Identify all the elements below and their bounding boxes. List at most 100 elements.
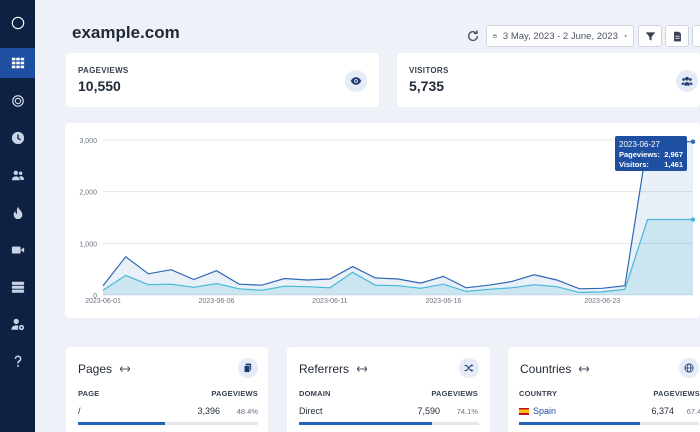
- pageviews-card: PAGEVIEWS 10,550: [66, 53, 379, 107]
- clock-icon: [11, 131, 24, 145]
- referrers-title-text: Referrers: [299, 362, 350, 376]
- countries-title-text: Countries: [520, 362, 572, 376]
- referrers-row-bar: [299, 422, 433, 425]
- users-icon: [11, 170, 24, 181]
- calendar-icon: [493, 34, 497, 38]
- help-icon: [14, 355, 21, 367]
- sidebar-item-realtime[interactable]: [0, 123, 35, 153]
- pageviews-icon-badge: [345, 70, 367, 92]
- countries-row-label: Spain: [533, 406, 557, 416]
- data-point[interactable]: [690, 139, 696, 144]
- export-button[interactable]: [665, 25, 689, 47]
- user-settings-icon: [10, 318, 24, 331]
- shuffle-icon: [464, 364, 474, 372]
- expand-arrows-icon[interactable]: [357, 365, 368, 373]
- countries-col-country: COUNTRY: [519, 389, 558, 398]
- referrers-row-name[interactable]: Direct: [299, 406, 323, 416]
- dashboard-grid-icon: [11, 57, 24, 69]
- visitors-icon-badge: [676, 70, 698, 92]
- spain-flag-icon: [519, 407, 529, 415]
- pages-row-name[interactable]: /: [78, 406, 81, 416]
- referrers-row-pct: 74.1%: [456, 407, 478, 416]
- sidebar-item-help[interactable]: [0, 346, 35, 376]
- referrers-col-domain: DOMAIN: [299, 389, 331, 398]
- pages-icon-badge[interactable]: [238, 358, 258, 378]
- countries-panel-title: Countries: [520, 362, 590, 376]
- fire-icon: [13, 206, 22, 220]
- chart-tooltip: 2023-06-27 Pageviews: 2,967 Visitors: 1,…: [615, 136, 687, 171]
- x-tick-label: 2023-06-16: [425, 298, 461, 305]
- countries-row-bar: [519, 422, 641, 425]
- date-range-text: 3 May, 2023 - 2 June, 2023: [502, 30, 618, 42]
- tooltip-visitors-value: 1,461: [664, 160, 683, 169]
- pages-panel-title: Pages: [78, 362, 131, 376]
- countries-row-name[interactable]: Spain: [519, 406, 556, 416]
- sidebar: [0, 0, 35, 432]
- expand-arrows-icon[interactable]: [579, 365, 590, 373]
- date-range-picker[interactable]: 3 May, 2023 - 2 June, 2023: [486, 25, 634, 47]
- traffic-chart[interactable]: 0 1,000 2,000 3,000 2023-06-01 2023-06-06 202…: [65, 123, 700, 318]
- pages-title-text: Pages: [78, 362, 113, 376]
- pages-col-page: PAGE: [78, 389, 100, 398]
- y-tick-label: 1,000: [79, 241, 97, 248]
- referrers-row-value: 7,590: [417, 406, 440, 416]
- countries-icon-badge[interactable]: [679, 358, 699, 378]
- referrers-panel-title: Referrers: [299, 362, 368, 376]
- pages-col-pageviews: PAGEVIEWS: [211, 389, 258, 398]
- expand-arrows-icon[interactable]: [120, 365, 131, 373]
- sidebar-item-visitors[interactable]: [0, 160, 35, 190]
- pages-row-bar: [78, 422, 166, 425]
- x-tick-label: 2023-06-06: [199, 298, 235, 305]
- countries-col-pageviews: PAGEVIEWS: [653, 389, 700, 398]
- referrers-col-pageviews: PAGEVIEWS: [431, 389, 478, 398]
- tooltip-date: 2023-06-27: [619, 140, 660, 149]
- filter-icon: [645, 31, 655, 41]
- countries-row-value: 6,374: [651, 406, 674, 416]
- tooltip-pageviews-value: 2,967: [664, 150, 683, 159]
- data-point[interactable]: [690, 217, 696, 222]
- site-title: example.com: [72, 23, 180, 42]
- x-tick-label: 2023-06-23: [584, 298, 620, 305]
- pageviews-label: PAGEVIEWS: [78, 66, 129, 75]
- sidebar-item-recordings[interactable]: [0, 235, 35, 265]
- eye-icon: [350, 77, 362, 85]
- visitors-value: 5,735: [409, 78, 445, 94]
- sidebar-item-goals[interactable]: [0, 86, 35, 116]
- pageviews-area: [103, 141, 693, 295]
- x-tick-label: 2023-06-11: [312, 298, 347, 305]
- users-icon: [681, 76, 693, 86]
- countries-row-pct: 67.4%: [686, 407, 700, 416]
- traffic-chart-svg: 01,0002,0003,000 2023-06-01 2023-06-06 202…: [79, 136, 696, 305]
- pages-row-value: 3,396: [197, 406, 220, 416]
- visitors-label: VISITORS: [409, 66, 449, 75]
- pages-panel: Pages PAGE PAGEVIEWS / 3,396 48.4%: [66, 347, 268, 432]
- y-tick-label: 3,000: [79, 138, 97, 145]
- sidebar-item-heatmaps[interactable]: [0, 198, 35, 228]
- copy-icon: [243, 363, 252, 373]
- pageviews-value: 10,550: [78, 78, 121, 94]
- refresh-icon[interactable]: [466, 29, 480, 43]
- file-icon: [673, 31, 681, 41]
- tooltip-visitors-label: Visitors:: [619, 160, 649, 169]
- visitors-card: VISITORS 5,735: [397, 53, 700, 107]
- sidebar-item-user-settings[interactable]: [0, 309, 35, 339]
- share-button[interactable]: [692, 25, 700, 47]
- x-tick-label: 2023-06-01: [85, 298, 121, 305]
- sidebar-item-servers[interactable]: [0, 272, 35, 302]
- logo-circle-icon: [11, 16, 24, 30]
- filter-button[interactable]: [638, 25, 662, 47]
- sidebar-item-dashboard[interactable]: [0, 48, 35, 78]
- caret-down-icon: [624, 35, 627, 37]
- sidebar-logo[interactable]: [0, 8, 35, 38]
- y-tick-label: 2,000: [79, 190, 97, 197]
- target-icon: [11, 95, 24, 107]
- tooltip-pageviews-label: Pageviews:: [619, 150, 660, 159]
- globe-icon: [684, 363, 694, 373]
- pageviews-line: [102, 141, 693, 290]
- referrers-icon-badge[interactable]: [459, 358, 479, 378]
- server-icon: [11, 281, 24, 293]
- video-icon: [11, 246, 24, 254]
- countries-panel: Countries COUNTRY PAGEVIEWS Spain 6,374 …: [508, 347, 700, 432]
- pages-row-pct: 48.4%: [236, 407, 258, 416]
- referrers-panel: Referrers DOMAIN PAGEVIEWS Direct 7,590 …: [287, 347, 490, 432]
